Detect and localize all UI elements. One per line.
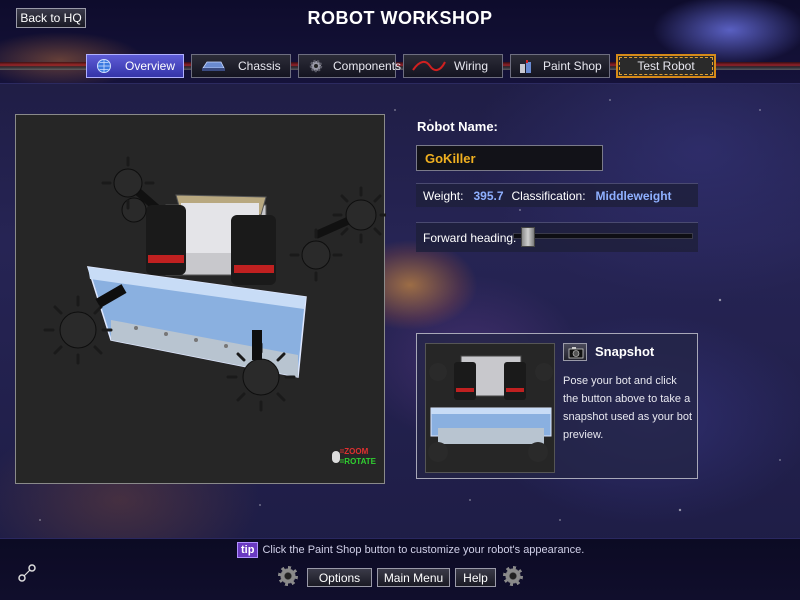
robot-3d-viewport[interactable]: =ZOOM =ROTATE [15, 114, 390, 484]
tip-badge: tip [237, 542, 259, 558]
tab-wiring-label: Wiring [454, 59, 489, 73]
tab-paint-shop-label: Paint Shop [543, 59, 602, 73]
classification-value: Middleweight [595, 188, 672, 203]
tab-chassis[interactable]: Chassis [191, 54, 291, 78]
help-button[interactable]: Help [455, 568, 496, 587]
main-menu-button[interactable]: Main Menu [377, 568, 450, 587]
test-robot-button[interactable]: Test Robot [616, 54, 716, 78]
slider-thumb[interactable] [521, 227, 535, 247]
stats-bar: Weight: 395.7 Classification: Middleweig… [416, 183, 698, 207]
tab-components-label: Components [333, 59, 402, 73]
snapshot-title: Snapshot [595, 344, 655, 359]
gear-icon [307, 58, 325, 74]
options-button[interactable]: Options [307, 568, 372, 587]
paint-cans-icon [519, 58, 535, 74]
footer-gear-right-icon [503, 566, 523, 586]
tab-paint-shop[interactable]: Paint Shop [510, 54, 610, 78]
page-title: ROBOT WORKSHOP [307, 8, 493, 28]
snapshot-preview-image [425, 343, 555, 473]
tab-wiring[interactable]: Wiring [403, 54, 503, 78]
wire-icon [412, 58, 446, 74]
robot-name-label: Robot Name: [417, 119, 498, 134]
mouse-controls-legend: =ZOOM =ROTATE [331, 447, 376, 467]
classification-label: Classification: [511, 188, 586, 203]
robot-name-input[interactable] [416, 145, 603, 171]
tab-overview-label: Overview [125, 59, 176, 73]
rotate-label: =ROTATE [339, 457, 376, 466]
game-logo-icon [14, 562, 40, 586]
mouse-icon [331, 451, 340, 463]
zoom-label: =ZOOM [339, 447, 369, 456]
camera-icon [568, 347, 584, 359]
chassis-icon [200, 58, 225, 74]
test-robot-label: Test Robot [637, 59, 695, 73]
snapshot-description: Pose your bot and click the button above… [563, 375, 693, 441]
forward-heading-slider[interactable] [513, 227, 693, 247]
weight-label: Weight: [423, 188, 464, 203]
tab-chassis-label: Chassis [238, 59, 281, 73]
tab-overview[interactable]: Overview [86, 54, 184, 78]
tab-components[interactable]: Components [298, 54, 401, 78]
weight-value: 395.7 [473, 188, 504, 203]
footer-gear-left-icon [278, 566, 298, 586]
forward-heading-label: Forward heading: [423, 230, 517, 245]
globe-icon [95, 58, 117, 74]
robot-render [43, 156, 390, 412]
tip-line: tip Click the Paint Shop button to custo… [237, 542, 584, 558]
snapshot-camera-button[interactable] [563, 343, 587, 361]
snapshot-panel: Snapshot Pose your bot and click the but… [416, 333, 698, 479]
tip-text: Click the Paint Shop button to customize… [262, 544, 585, 556]
